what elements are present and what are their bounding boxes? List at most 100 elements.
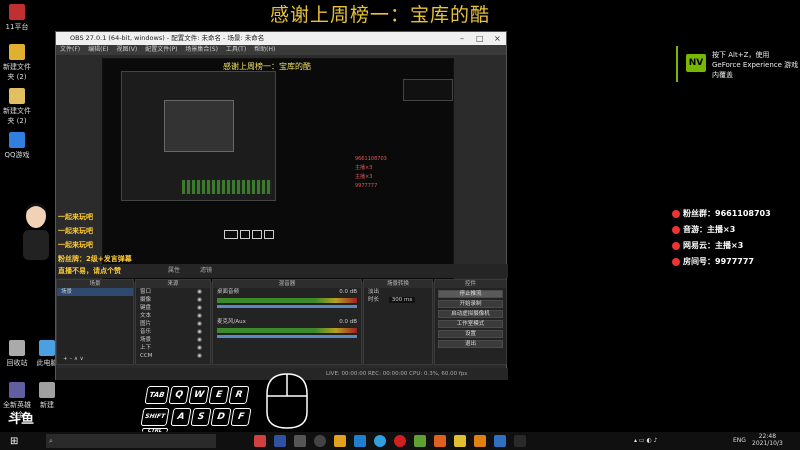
mouse-icon bbox=[266, 373, 308, 429]
desktop-icon-recycle-bin[interactable]: 回收站 bbox=[0, 340, 34, 368]
steam-icon[interactable] bbox=[274, 435, 286, 447]
desktop-icon-11platform[interactable]: 11平台 bbox=[0, 4, 34, 32]
search-box[interactable]: ⌕ bbox=[46, 434, 216, 448]
desktop: 感谢上周榜一：宝库的酷 11平台 新建文件夹 (2) 新建文件夹 (2) QQ游… bbox=[0, 0, 800, 434]
left-caption-1: 一起来玩吧 bbox=[58, 213, 93, 221]
folder-icon bbox=[9, 44, 25, 60]
tray-icons[interactable]: ▴ ▭ ◐ ♪ bbox=[634, 437, 657, 444]
eye-icon: ◉ bbox=[197, 345, 202, 351]
left-caption-2: 一起来玩吧 bbox=[58, 227, 93, 235]
key-q: Q bbox=[168, 386, 190, 404]
taskbar-app-icon[interactable] bbox=[454, 435, 466, 447]
taskbar-app-icon[interactable] bbox=[414, 435, 426, 447]
desktop-icon-qqgame[interactable]: QQ游戏 bbox=[0, 132, 34, 160]
eye-icon: ◉ bbox=[197, 289, 202, 295]
close-button[interactable]: × bbox=[494, 32, 501, 45]
duration-input[interactable]: 300 ms bbox=[388, 297, 416, 303]
source-item[interactable]: 摄像 ◉ bbox=[136, 296, 210, 304]
taskbar-app-icon[interactable] bbox=[334, 435, 346, 447]
nested-preview-2 bbox=[164, 100, 234, 152]
maximize-button[interactable]: □ bbox=[476, 32, 484, 45]
menu-help[interactable]: 帮助(H) bbox=[254, 46, 275, 53]
eye-icon: ◉ bbox=[197, 321, 202, 327]
overlay-music: 音游：主播×3 bbox=[672, 224, 735, 235]
key-tab: TAB bbox=[144, 386, 170, 404]
left-caption-5: 直播不易，请点个赞 bbox=[58, 267, 121, 275]
clock[interactable]: 22:48 2021/10/3 bbox=[752, 433, 783, 447]
menu-view[interactable]: 视图(V) bbox=[116, 46, 137, 53]
edge-icon[interactable] bbox=[374, 435, 386, 447]
settings-button[interactable]: 设置 bbox=[438, 330, 503, 338]
duration-row: 时长 300 ms bbox=[364, 296, 432, 304]
taskbar-app-icon[interactable] bbox=[474, 435, 486, 447]
eye-icon: ◉ bbox=[197, 353, 202, 359]
stream-banner: 感谢上周榜一：宝库的酷 bbox=[270, 4, 491, 26]
source-item[interactable]: 窗口 ◉ bbox=[136, 288, 210, 296]
obs-title-bar[interactable]: OBS 27.0.1 (64-bit, windows) - 配置文件: 未命名… bbox=[56, 32, 506, 45]
obs-icon[interactable] bbox=[314, 435, 326, 447]
source-item[interactable]: 键盘 ◉ bbox=[136, 304, 210, 312]
menu-tools[interactable]: 工具(T) bbox=[226, 46, 246, 53]
controls-header: 控件 bbox=[435, 280, 506, 288]
netease-music-icon[interactable] bbox=[394, 435, 406, 447]
desktop-icon-folder-2[interactable]: 新建文件夹 (2) bbox=[0, 88, 34, 126]
douyu-logo: 斗鱼 bbox=[8, 412, 35, 427]
search-icon: ⌕ bbox=[49, 437, 53, 445]
source-item[interactable]: CCM ◉ bbox=[136, 352, 210, 360]
start-button[interactable]: ⊞ bbox=[10, 436, 18, 447]
room-icon bbox=[672, 257, 680, 266]
taskbar-app-icon[interactable] bbox=[494, 435, 506, 447]
taskbar-app-icon[interactable] bbox=[354, 435, 366, 447]
audio-meter bbox=[217, 328, 357, 333]
taskbar-app-icon[interactable] bbox=[434, 435, 446, 447]
key-w: W bbox=[188, 386, 210, 404]
key-f: F bbox=[230, 408, 252, 426]
source-item[interactable]: 上下 ◉ bbox=[136, 344, 210, 352]
transition-select[interactable]: 淡出 bbox=[364, 288, 432, 296]
scene-add-button[interactable]: + – ∧ ∨ bbox=[59, 355, 84, 363]
scene-item[interactable]: 场景 bbox=[57, 288, 133, 296]
nested-preview bbox=[121, 71, 276, 201]
taskbar-app-icon[interactable] bbox=[514, 435, 526, 447]
scenes-header: 场景 bbox=[57, 280, 133, 288]
volume-slider[interactable] bbox=[217, 335, 357, 338]
stop-streaming-button[interactable]: 停止推流 bbox=[438, 290, 503, 298]
geforce-notification[interactable]: NV 按下 Alt+Z，使用 GeForce Experience 游戏内覆盖 bbox=[676, 46, 800, 82]
transitions-header: 场景转换 bbox=[364, 280, 432, 288]
obs-preview[interactable]: 感谢上周榜一：宝库的酷 9661108703 主播×3 主播×3 9977777 bbox=[102, 58, 454, 282]
source-item[interactable]: 场景 ◉ bbox=[136, 336, 210, 344]
menu-scene-collection[interactable]: 场景集合(S) bbox=[185, 46, 218, 53]
scenes-dock: 场景 场景 + – ∧ ∨ bbox=[56, 279, 134, 365]
obs-window[interactable]: OBS 27.0.1 (64-bit, windows) - 配置文件: 未命名… bbox=[55, 31, 508, 380]
source-item[interactable]: 图片 ◉ bbox=[136, 320, 210, 328]
mixer-dock: 混音器 桌面音频 0.0 dB 麦克风/Aux 0.0 dB bbox=[212, 279, 362, 365]
track-name: 麦克风/Aux 0.0 dB bbox=[217, 319, 357, 325]
source-item[interactable]: 文本 ◉ bbox=[136, 312, 210, 320]
sources-dock: 来源 窗口 ◉ 摄像 ◉ 键盘 ◉ 文本 ◉ 图片 ◉ 音乐 ◉ 场景 ◉ 上下 ◉ CCM ◉ bbox=[135, 279, 211, 365]
taskbar-app-icon[interactable] bbox=[294, 435, 306, 447]
desktop-icon-folder[interactable]: 新建文件夹 (2) bbox=[0, 44, 34, 82]
nvidia-icon: NV bbox=[686, 54, 706, 72]
start-recording-button[interactable]: 开始录制 bbox=[438, 300, 503, 308]
virtual-camera-button[interactable]: 启动虚拟摄像机 bbox=[438, 310, 503, 318]
properties-button[interactable]: 属性 bbox=[168, 267, 180, 274]
key-d: D bbox=[210, 408, 232, 426]
language-indicator[interactable]: ENG bbox=[733, 437, 746, 444]
source-item[interactable]: 音乐 ◉ bbox=[136, 328, 210, 336]
app-icon bbox=[9, 4, 25, 20]
minimize-button[interactable]: – bbox=[460, 32, 464, 45]
taskbar-app-icon[interactable] bbox=[254, 435, 266, 447]
menu-edit[interactable]: 编辑(E) bbox=[88, 46, 108, 53]
notification-text: 按下 Alt+Z，使用 GeForce Experience 游戏内覆盖 bbox=[712, 51, 799, 79]
menu-file[interactable]: 文件(F) bbox=[60, 46, 80, 53]
taskbar: ⊞ ⌕ ▴ ▭ ◐ ♪ ENG 22:48 2021/10/3 bbox=[0, 432, 800, 450]
filters-button[interactable]: 滤镜 bbox=[200, 267, 212, 274]
menu-profile[interactable]: 配置文件(P) bbox=[145, 46, 177, 53]
left-caption-3: 一起来玩吧 bbox=[58, 241, 93, 249]
volume-slider[interactable] bbox=[217, 305, 357, 308]
key-r: R bbox=[228, 386, 250, 404]
studio-mode-button[interactable]: 工作室模式 bbox=[438, 320, 503, 328]
desktop-icon-new[interactable]: 新建 bbox=[30, 382, 64, 410]
exit-button[interactable]: 退出 bbox=[438, 340, 503, 348]
qq-icon bbox=[9, 132, 25, 148]
